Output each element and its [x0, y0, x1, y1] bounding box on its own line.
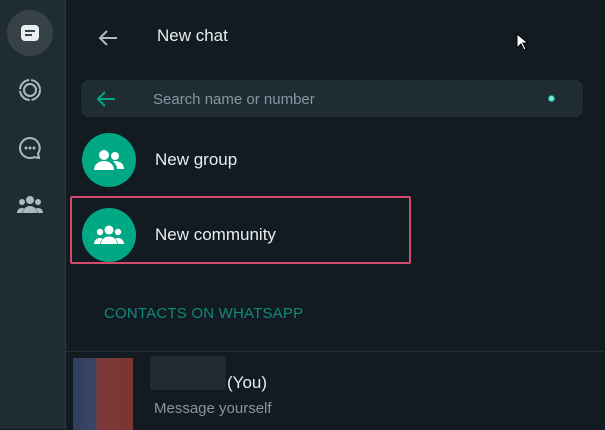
mouse-cursor-icon: [516, 32, 530, 56]
redacted-name: [150, 356, 226, 390]
nav-rail: [0, 0, 66, 429]
contact-subtitle: Message yourself: [154, 400, 272, 417]
contact-name-suffix: (You): [227, 373, 268, 392]
back-arrow-icon[interactable]: [94, 24, 122, 52]
channels-icon[interactable]: [7, 125, 53, 171]
contact-self-item[interactable]: (You) Message yourself: [66, 351, 605, 430]
contacts-section-title: CONTACTS ON WHATSAPP: [104, 305, 304, 322]
search-bar: [81, 80, 583, 117]
search-back-arrow-icon[interactable]: [95, 88, 117, 115]
search-input[interactable]: [151, 86, 535, 112]
page-title: New chat: [157, 26, 228, 45]
group-icon: [82, 133, 136, 187]
new-group-item[interactable]: New group: [66, 124, 605, 196]
new-chat-panel: New chat New group New community CONTACT…: [66, 0, 605, 430]
communities-icon[interactable]: [7, 182, 53, 228]
status-icon[interactable]: [7, 67, 53, 113]
selection-highlight-box: [70, 196, 411, 264]
panel-header: New chat: [66, 0, 605, 72]
chats-icon[interactable]: [7, 10, 53, 56]
text-caret-indicator: [548, 95, 555, 102]
avatar: [73, 358, 133, 430]
new-group-label: New group: [155, 150, 238, 169]
new-community-item[interactable]: New community: [66, 196, 605, 271]
